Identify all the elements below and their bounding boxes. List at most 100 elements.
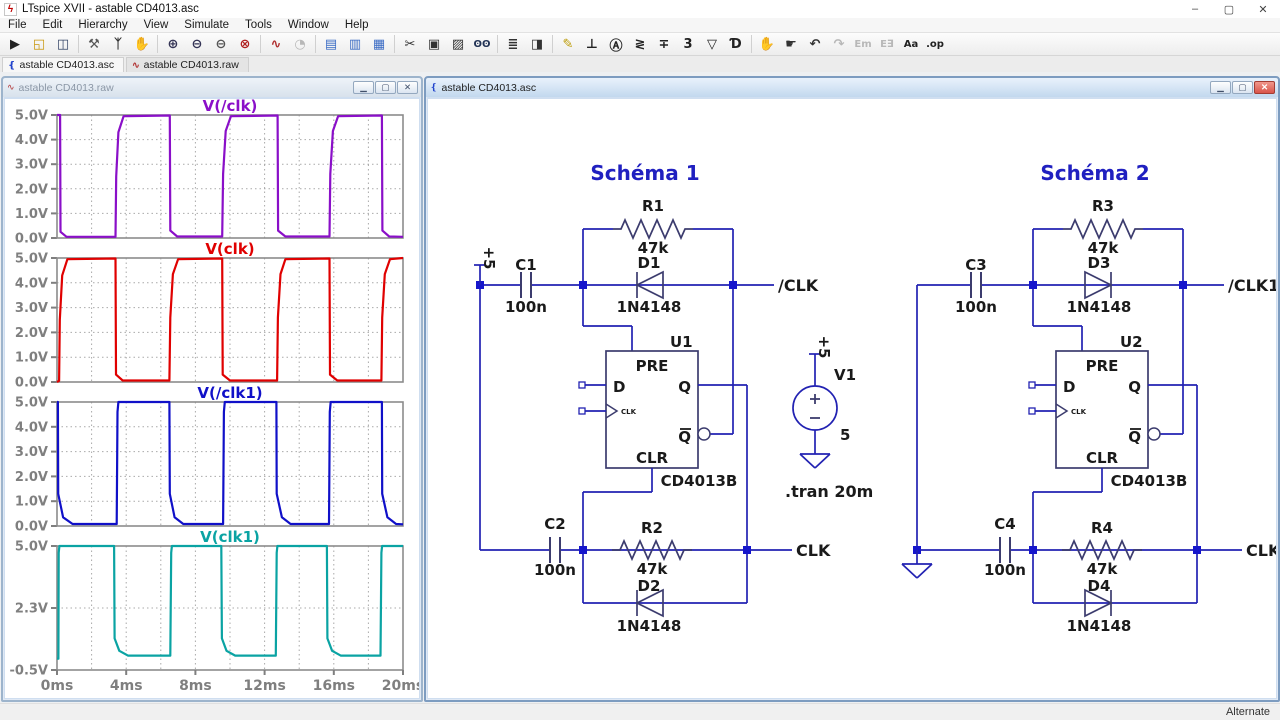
child-restore-icon[interactable]: ▢	[1232, 81, 1253, 94]
menu-edit[interactable]: Edit	[35, 18, 71, 32]
waveform-client[interactable]: V(/clk) 5.0V 4.0V 3.0V 2.0V 1.0V 0.0V V(clk) 5.0…	[5, 99, 419, 698]
undo-icon[interactable]: ↶	[803, 34, 827, 54]
component-name[interactable]: C2	[544, 515, 565, 533]
component-name[interactable]: C4	[994, 515, 1015, 533]
copy-icon[interactable]: ▣	[422, 34, 446, 54]
move-hand-icon[interactable]: ✋	[755, 34, 779, 54]
ground-icon[interactable]: ⊥	[580, 34, 604, 54]
cascade-windows-icon[interactable]: ▦	[367, 34, 391, 54]
child-minimize-icon[interactable]: ▁	[1210, 81, 1231, 94]
net-label[interactable]: CLK	[796, 541, 831, 560]
maximize-icon[interactable]: ▢	[1212, 0, 1246, 18]
y-tick-label: 5.0V	[15, 252, 48, 267]
toolbar: ▶ ◱ ◫ ⚒ ᛉ ✋ ⊕ ⊖ ⊖ ⊗ ∿ ◔ ▤ ▥ ▦ ✂ ▣ ▨ ʘʘ ≣ ◨ ✎ ⊥ Ⓐ ≷ ∓ 3 ▽ Ɗ ✋ ☛ ↶ ↷ Em E∃ Aa…	[0, 32, 1280, 56]
autorange-plot-icon[interactable]: ∿	[264, 34, 288, 54]
component-value[interactable]: CD4013B	[661, 472, 738, 490]
component-name[interactable]: C3	[965, 256, 986, 274]
component-name[interactable]: R3	[1092, 197, 1114, 215]
component-value[interactable]: 1N4148	[1067, 617, 1132, 635]
component-name[interactable]: D4	[1088, 577, 1111, 595]
tile-vertical-icon[interactable]: ▥	[343, 34, 367, 54]
component-icon[interactable]: Ɗ	[724, 34, 748, 54]
component-name[interactable]: D1	[638, 254, 661, 272]
zoom-full-extents-icon[interactable]: ⊗	[233, 34, 257, 54]
component-name[interactable]: D2	[638, 577, 661, 595]
circuit-1[interactable]: Schéma 1 R1 47k D1 1N4148 C1 100n/CLK PRE D Q CLR Q…	[474, 161, 831, 635]
menu-file[interactable]: File	[0, 18, 35, 32]
component-value[interactable]: 100n	[505, 298, 547, 316]
capacitor-icon[interactable]: ∓	[652, 34, 676, 54]
voltage-source-v1[interactable]: +5V1 5 .tran 20m	[785, 335, 873, 501]
text-icon[interactable]: Aa	[899, 34, 923, 54]
component-name[interactable]: R1	[642, 197, 664, 215]
menu-simulate[interactable]: Simulate	[176, 18, 237, 32]
component-name[interactable]: U1	[670, 333, 693, 351]
wire-pencil-icon[interactable]: ✎	[556, 34, 580, 54]
component-name[interactable]: V1	[834, 366, 856, 384]
trace-label[interactable]: V(clk)	[205, 240, 254, 258]
zoom-in-icon[interactable]: ⊕	[161, 34, 185, 54]
resistor-icon[interactable]: ≷	[628, 34, 652, 54]
pause-hand-icon[interactable]: ✋	[130, 34, 154, 54]
component-value[interactable]: 1N4148	[1067, 298, 1132, 316]
tab-schematic[interactable]: ❴ astable CD4013.asc	[2, 57, 125, 72]
control-panel-hammer-icon[interactable]: ⚒	[82, 34, 106, 54]
component-value[interactable]: 1N4148	[617, 617, 682, 635]
component-value[interactable]: 100n	[534, 561, 576, 579]
component-value[interactable]: 100n	[955, 298, 997, 316]
open-folder-icon[interactable]: ◱	[27, 34, 51, 54]
source-circle	[792, 385, 838, 431]
menu-window[interactable]: Window	[280, 18, 337, 32]
cut-icon[interactable]: ✂	[398, 34, 422, 54]
component-name[interactable]: R4	[1091, 519, 1113, 537]
print-preview-icon[interactable]: ◨	[525, 34, 549, 54]
component-value[interactable]: 100n	[984, 561, 1026, 579]
menu-view[interactable]: View	[136, 18, 177, 32]
drag-hand-icon[interactable]: ☛	[779, 34, 803, 54]
menu-help[interactable]: Help	[337, 18, 377, 32]
component-name[interactable]: U2	[1120, 333, 1143, 351]
tile-horizontal-icon[interactable]: ▤	[319, 34, 343, 54]
print-icon[interactable]: ≣	[501, 34, 525, 54]
component-name[interactable]: R2	[641, 519, 663, 537]
spice-directive-text[interactable]: .tran 20m	[785, 482, 873, 501]
component-value[interactable]: CD4013B	[1111, 472, 1188, 490]
zoom-out-icon[interactable]: ⊖	[209, 34, 233, 54]
minimize-icon[interactable]: –	[1178, 0, 1212, 18]
menu-hierarchy[interactable]: Hierarchy	[70, 18, 135, 32]
component-value[interactable]: 5	[840, 426, 850, 444]
run-icon[interactable]: ▶	[3, 34, 27, 54]
find-icon[interactable]: ʘʘ	[470, 34, 494, 54]
child-restore-icon[interactable]: ▢	[375, 81, 396, 94]
net-label[interactable]: /CLK1	[1228, 276, 1276, 295]
schematic-window-titlebar[interactable]: ❴ astable CD4013.asc ▁ ▢ ✕	[426, 78, 1278, 97]
schematic-client[interactable]: Schéma 1 R1 47k D1 1N4148 C1 100n/CLK PRE D Q CLR Q…	[428, 99, 1276, 698]
waveform-window-titlebar[interactable]: ∿ astable CD4013.raw ▁ ▢ ✕	[3, 78, 421, 97]
circuit-2[interactable]: Schéma 2 R3 47k D3 1N4148 C3 100n/CLK1 PRE D Q CLR…	[901, 161, 1276, 635]
child-minimize-icon[interactable]: ▁	[353, 81, 374, 94]
net-label-icon[interactable]: Ⓐ	[604, 34, 628, 54]
component-name[interactable]: D3	[1088, 254, 1111, 272]
trace-label[interactable]: V(/clk)	[203, 99, 258, 115]
spice-directive-icon[interactable]: .op	[923, 34, 947, 54]
close-icon[interactable]: ✕	[1246, 0, 1280, 18]
menu-tools[interactable]: Tools	[237, 18, 280, 32]
component-name[interactable]: C1	[515, 256, 536, 274]
trace-label[interactable]: V(clk1)	[200, 528, 260, 546]
inductor-icon[interactable]: 3	[676, 34, 700, 54]
zoom-back-icon[interactable]: ⊖	[185, 34, 209, 54]
tab-waveform[interactable]: ∿ astable CD4013.raw	[126, 57, 249, 72]
window-title: LTspice XVII - astable CD4013.asc	[22, 3, 199, 15]
halt-running-man-icon[interactable]: ᛉ	[106, 34, 130, 54]
diode-icon[interactable]: ▽	[700, 34, 724, 54]
component-value[interactable]: 47k	[637, 560, 669, 578]
component-value[interactable]: 1N4148	[617, 298, 682, 316]
paste-icon[interactable]: ▨	[446, 34, 470, 54]
child-close-icon[interactable]: ✕	[397, 81, 418, 94]
net-label[interactable]: /CLK	[778, 276, 819, 295]
trace-label[interactable]: V(/clk1)	[197, 384, 262, 402]
child-close-icon[interactable]: ✕	[1254, 81, 1275, 94]
component-value[interactable]: 47k	[1087, 560, 1119, 578]
save-icon[interactable]: ◫	[51, 34, 75, 54]
net-label[interactable]: CLK1	[1246, 541, 1276, 560]
